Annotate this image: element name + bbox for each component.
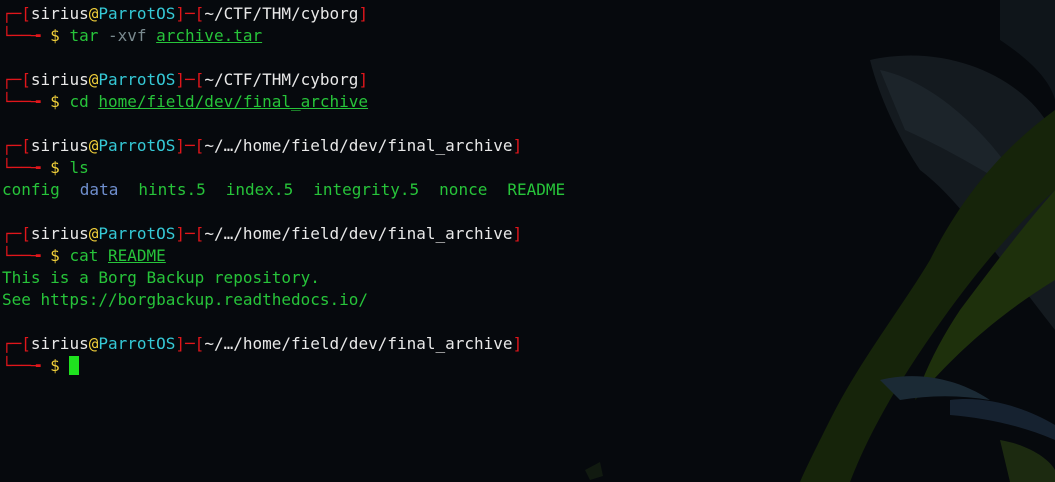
command-name: cd xyxy=(69,92,89,111)
prompt-path: ~/…/home/field/dev/final_archive xyxy=(204,224,513,243)
prompt-frame-close: ] xyxy=(358,70,369,89)
prompt-at: @ xyxy=(88,4,99,23)
ls-output-line: config data hints.5 index.5 integrity.5 nonce… xyxy=(2,179,1055,201)
command-line: └──╼ $ ls xyxy=(2,157,1055,179)
prompt-host: ParrotOS xyxy=(98,136,176,155)
prompt-line: ┌─[sirius@ParrotOS]─[~/…/home/field/dev/… xyxy=(2,333,1055,355)
prompt-frame-bottom: └──╼ xyxy=(2,26,51,45)
prompt-frame-top: ┌─[ xyxy=(2,224,31,243)
command-line: └──╼ $ tar -xvf archive.tar xyxy=(2,25,1055,47)
dollar-sign: $ xyxy=(50,26,70,45)
prompt-separator: ]─[ xyxy=(175,224,205,243)
ls-entry: nonce xyxy=(439,180,488,199)
prompt-host: ParrotOS xyxy=(98,224,176,243)
output-line: See https://borgbackup.readthedocs.io/ xyxy=(2,290,369,309)
prompt-host: ParrotOS xyxy=(98,70,176,89)
terminal-output: ┌─[sirius@ParrotOS]─[~/CTF/THM/cyborg] └… xyxy=(0,0,1055,377)
ls-entry: config xyxy=(2,180,60,199)
prompt-host: ParrotOS xyxy=(98,334,176,353)
prompt-at: @ xyxy=(88,224,99,243)
prompt-path: ~/…/home/field/dev/final_archive xyxy=(204,334,513,353)
prompt-user: sirius xyxy=(30,334,89,353)
prompt-user: sirius xyxy=(30,4,89,23)
command-name: cat xyxy=(69,246,99,265)
prompt-separator: ]─[ xyxy=(175,136,205,155)
prompt-separator: ]─[ xyxy=(175,334,205,353)
prompt-user: sirius xyxy=(30,224,89,243)
prompt-at: @ xyxy=(88,136,99,155)
prompt-line: ┌─[sirius@ParrotOS]─[~/…/home/field/dev/… xyxy=(2,135,1055,157)
prompt-at: @ xyxy=(88,70,99,89)
command-file: archive.tar xyxy=(156,26,263,45)
prompt-line: ┌─[sirius@ParrotOS]─[~/CTF/THM/cyborg] xyxy=(2,69,1055,91)
prompt-frame-top: ┌─[ xyxy=(2,70,31,89)
prompt-frame-bottom: └──╼ xyxy=(2,356,51,375)
command-name: tar xyxy=(69,26,99,45)
command-line: └──╼ $ cd home/field/dev/final_archive xyxy=(2,91,1055,113)
command-args: -xvf xyxy=(98,26,157,45)
prompt-user: sirius xyxy=(30,136,89,155)
command-args xyxy=(89,92,99,111)
prompt-frame-bottom: └──╼ xyxy=(2,246,51,265)
terminal-window[interactable]: ┌─[sirius@ParrotOS]─[~/CTF/THM/cyborg] └… xyxy=(0,0,1055,482)
prompt-path: ~/CTF/THM/cyborg xyxy=(204,70,359,89)
command-line: └──╼ $ cat README xyxy=(2,245,1055,267)
text-cursor[interactable] xyxy=(69,356,80,375)
command-file: README xyxy=(107,246,166,265)
prompt-frame-top: ┌─[ xyxy=(2,136,31,155)
command-file: home/field/dev/final_archive xyxy=(98,92,369,111)
prompt-frame-close: ] xyxy=(512,224,523,243)
ls-entry-directory: data xyxy=(79,180,119,199)
prompt-path: ~/…/home/field/dev/final_archive xyxy=(204,136,513,155)
prompt-frame-top: ┌─[ xyxy=(2,334,31,353)
command-name: ls xyxy=(69,158,89,177)
output-line: This is a Borg Backup repository. xyxy=(2,268,320,287)
prompt-separator: ]─[ xyxy=(175,70,205,89)
prompt-frame-bottom: └──╼ xyxy=(2,92,51,111)
prompt-frame-top: ┌─[ xyxy=(2,4,31,23)
dollar-sign: $ xyxy=(50,246,70,265)
dollar-sign: $ xyxy=(50,356,70,375)
ls-entry: index.5 xyxy=(225,180,294,199)
prompt-frame-bottom: └──╼ xyxy=(2,158,51,177)
prompt-path: ~/CTF/THM/cyborg xyxy=(204,4,359,23)
prompt-user: sirius xyxy=(30,70,89,89)
dollar-sign: $ xyxy=(50,158,70,177)
prompt-frame-close: ] xyxy=(512,334,523,353)
prompt-line: ┌─[sirius@ParrotOS]─[~/CTF/THM/cyborg] xyxy=(2,3,1055,25)
active-command-line[interactable]: └──╼ $ xyxy=(2,355,1055,377)
dollar-sign: $ xyxy=(50,92,70,111)
prompt-separator: ]─[ xyxy=(175,4,205,23)
prompt-frame-close: ] xyxy=(358,4,369,23)
prompt-at: @ xyxy=(88,334,99,353)
command-args xyxy=(98,246,108,265)
prompt-host: ParrotOS xyxy=(98,4,176,23)
ls-entry: README xyxy=(507,180,566,199)
ls-entry: hints.5 xyxy=(138,180,206,199)
ls-entry: integrity.5 xyxy=(313,180,420,199)
prompt-line: ┌─[sirius@ParrotOS]─[~/…/home/field/dev/… xyxy=(2,223,1055,245)
prompt-frame-close: ] xyxy=(512,136,523,155)
